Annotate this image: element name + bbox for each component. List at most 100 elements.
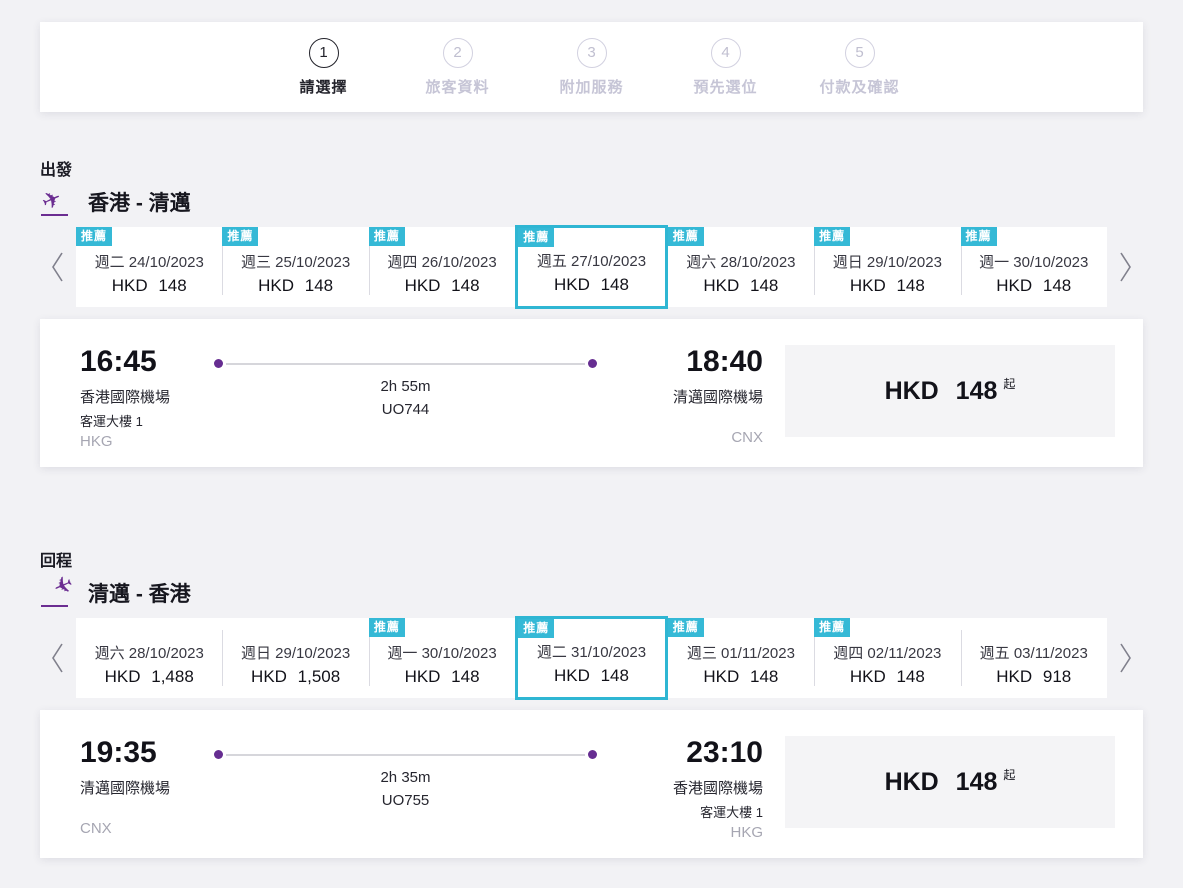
plane-takeoff-icon: ✈ — [40, 187, 74, 217]
arrival-time: 23:10 — [611, 736, 763, 769]
fare-price-box[interactable]: HKD 148 起 — [785, 736, 1115, 828]
recommended-badge: 推薦 — [369, 618, 405, 637]
date-cell[interactable]: 推薦 週六 28/10/2023 HKD 148 — [668, 227, 814, 307]
chevron-left-icon — [48, 249, 68, 285]
step-label: 預先選位 — [693, 76, 757, 97]
departure-time: 16:45 — [80, 345, 200, 378]
date-label: 週三 25/10/2023 — [241, 251, 350, 272]
fare-price: HKD 148 — [885, 377, 998, 406]
date-label: 週二 24/10/2023 — [95, 251, 204, 272]
departure-flight-card[interactable]: 16:45 香港國際機場 客運大樓 1 HKG 2h 55m UO744 18:… — [40, 319, 1143, 467]
stepper-step-4: 4 預先選位 — [680, 38, 772, 97]
date-label: 週日 29/10/2023 — [241, 642, 350, 663]
date-label: 週四 02/11/2023 — [833, 642, 941, 663]
stepper-step-5: 5 付款及確認 — [814, 38, 906, 97]
carousel-prev-button[interactable] — [40, 616, 76, 700]
date-cell[interactable]: 推薦 週三 01/11/2023 HKD 148 — [668, 618, 814, 698]
recommended-badge: 推薦 — [814, 618, 850, 637]
recommended-badge: 推薦 — [668, 618, 704, 637]
timeline-start-dot — [214, 750, 223, 759]
fare-price-box[interactable]: HKD 148 起 — [785, 345, 1115, 437]
departure-route-title: 香港 - 清邁 — [88, 187, 191, 217]
recommended-badge: 推薦 — [814, 227, 850, 246]
date-cell[interactable]: 推薦 週一 30/10/2023 HKD 148 — [369, 618, 515, 698]
date-price: HKD 1,488 — [105, 667, 194, 687]
departure-time: 19:35 — [80, 736, 200, 769]
arrival-terminal — [611, 411, 763, 426]
step-circle: 5 — [845, 38, 875, 68]
step-label: 旅客資料 — [425, 76, 489, 97]
date-label: 週二 31/10/2023 — [537, 641, 646, 662]
date-cell[interactable]: 推薦 週五 03/11/2023 HKD 918 — [961, 618, 1107, 698]
date-cell[interactable]: 推薦 週日 29/10/2023 HKD 1,508 — [222, 618, 368, 698]
chevron-right-icon — [1115, 640, 1135, 676]
date-label: 週日 29/10/2023 — [833, 251, 942, 272]
date-cell-selected[interactable]: 推薦 週二 31/10/2023 HKD 148 — [515, 616, 667, 700]
date-cell[interactable]: 推薦 週二 24/10/2023 HKD 148 — [76, 227, 222, 307]
fare-price-from-suffix: 起 — [1003, 375, 1015, 392]
return-section-header: 回程 ✈ 清邁 - 香港 — [40, 547, 1143, 608]
date-price: HKD 148 — [850, 667, 925, 687]
departure-airport-code: HKG — [80, 433, 200, 450]
date-cell-selected[interactable]: 推薦 週五 27/10/2023 HKD 148 — [515, 225, 667, 309]
recommended-badge: 推薦 — [518, 619, 554, 638]
departure-date-carousel: 推薦 週二 24/10/2023 HKD 148 推薦 週三 25/10/202… — [40, 225, 1143, 309]
recommended-badge: 推薦 — [222, 227, 258, 246]
arrival-airport-code: CNX — [611, 429, 763, 446]
return-flight-card[interactable]: 19:35 清邁國際機場 CNX 2h 35m UO755 23:10 香港國際… — [40, 710, 1143, 858]
date-strip: 推薦 週六 28/10/2023 HKD 1,488 推薦 週日 29/10/2… — [76, 618, 1107, 698]
flight-duration: 2h 55m — [214, 378, 597, 395]
return-date-carousel: 推薦 週六 28/10/2023 HKD 1,488 推薦 週日 29/10/2… — [40, 616, 1143, 700]
departure-airport-code: CNX — [80, 820, 200, 837]
booking-stepper: 1 請選擇 2 旅客資料 3 附加服務 4 預先選位 5 付款及確認 — [40, 22, 1143, 112]
date-cell[interactable]: 推薦 週三 25/10/2023 HKD 148 — [222, 227, 368, 307]
stepper-step-1[interactable]: 1 請選擇 — [278, 38, 370, 97]
carousel-next-button[interactable] — [1107, 225, 1143, 309]
date-price: HKD 148 — [258, 276, 333, 296]
date-label: 週五 03/11/2023 — [980, 642, 1088, 663]
date-label: 週六 28/10/2023 — [95, 642, 204, 663]
date-label: 週三 01/11/2023 — [687, 642, 795, 663]
date-cell[interactable]: 推薦 週四 02/11/2023 HKD 148 — [814, 618, 960, 698]
carousel-next-button[interactable] — [1107, 616, 1143, 700]
return-label: 回程 — [40, 547, 1143, 571]
recommended-badge: 推薦 — [518, 228, 554, 247]
date-price: HKD 148 — [554, 666, 629, 686]
step-number: 1 — [319, 44, 327, 61]
date-price: HKD 918 — [996, 667, 1071, 687]
fare-price-from-suffix: 起 — [1003, 766, 1015, 783]
step-circle: 3 — [577, 38, 607, 68]
date-cell[interactable]: 推薦 週日 29/10/2023 HKD 148 — [814, 227, 960, 307]
recommended-badge: 推薦 — [961, 227, 997, 246]
date-label: 週六 28/10/2023 — [686, 251, 795, 272]
carousel-prev-button[interactable] — [40, 225, 76, 309]
step-label: 付款及確認 — [819, 76, 899, 97]
step-circle: 1 — [309, 38, 339, 68]
date-price: HKD 148 — [703, 667, 778, 687]
departure-airport: 清邁國際機場 — [80, 777, 200, 798]
return-route-title: 清邁 - 香港 — [88, 578, 191, 608]
date-strip: 推薦 週二 24/10/2023 HKD 148 推薦 週三 25/10/202… — [76, 227, 1107, 307]
date-cell[interactable]: 推薦 週四 26/10/2023 HKD 148 — [369, 227, 515, 307]
date-price: HKD 148 — [112, 276, 187, 296]
flight-number: UO755 — [214, 792, 597, 809]
plane-landing-icon: ✈ — [40, 578, 74, 608]
step-circle: 4 — [711, 38, 741, 68]
timeline-start-dot — [214, 359, 223, 368]
fare-price: HKD 148 — [885, 768, 998, 797]
date-label: 週四 26/10/2023 — [387, 251, 496, 272]
timeline-line — [226, 754, 585, 756]
date-cell[interactable]: 推薦 週一 30/10/2023 HKD 148 — [961, 227, 1107, 307]
date-price: HKD 148 — [405, 667, 480, 687]
date-cell[interactable]: 推薦 週六 28/10/2023 HKD 1,488 — [76, 618, 222, 698]
step-label: 附加服務 — [559, 76, 623, 97]
recommended-badge: 推薦 — [668, 227, 704, 246]
step-number: 4 — [721, 44, 729, 61]
step-number: 2 — [453, 44, 461, 61]
timeline-line — [226, 363, 585, 365]
recommended-badge: 推薦 — [369, 227, 405, 246]
date-price: HKD 148 — [703, 276, 778, 296]
departure-label: 出發 — [40, 156, 1143, 180]
step-label: 請選擇 — [299, 76, 347, 97]
timeline-end-dot — [588, 359, 597, 368]
